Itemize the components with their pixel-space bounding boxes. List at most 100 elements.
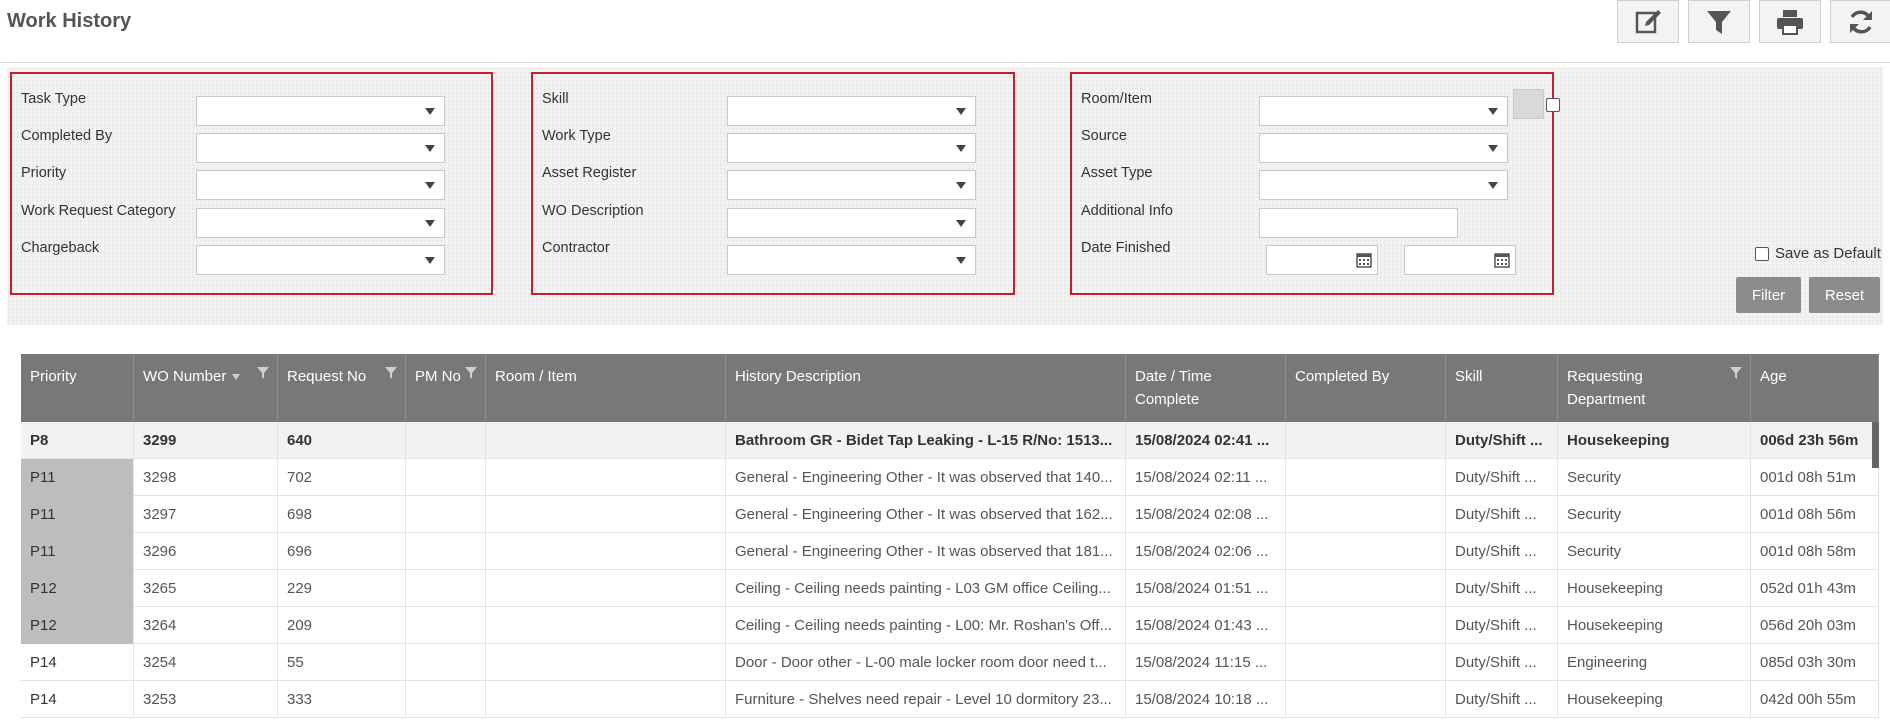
cell-age: 001d 08h 51m — [1751, 459, 1879, 496]
cell-priority: P11 — [21, 496, 134, 533]
column-wo-number[interactable]: WO Number — [134, 354, 278, 422]
page-header: Work History — [0, 0, 1890, 63]
save-as-default-checkbox[interactable] — [1755, 246, 1769, 261]
column-pm-no[interactable]: PM No — [406, 354, 486, 422]
chevron-down-icon — [956, 145, 966, 152]
chargeback-select[interactable] — [196, 245, 445, 275]
cell-requesting-department: Housekeeping — [1558, 607, 1751, 644]
column-skill[interactable]: Skill — [1446, 354, 1558, 422]
cell-wo-number: 3297 — [134, 496, 278, 533]
cell-skill: Duty/Shift ... — [1446, 681, 1558, 718]
cell-history-description: Ceiling - Ceiling needs painting - L03 G… — [726, 570, 1126, 607]
column-history-description[interactable]: History Description — [726, 354, 1126, 422]
filter-label: Chargeback — [21, 240, 100, 256]
filter-label: Contractor — [542, 240, 610, 256]
column-age[interactable]: Age — [1751, 354, 1879, 422]
room-include-checkbox[interactable] — [1546, 98, 1560, 112]
filter-toggle-button[interactable] — [1688, 0, 1750, 43]
cell-completed-by — [1286, 681, 1446, 718]
contractor-select[interactable] — [727, 245, 976, 275]
room-item-select[interactable] — [1259, 96, 1508, 126]
work-request-category-select[interactable] — [196, 208, 445, 238]
funnel-icon[interactable] — [1729, 366, 1743, 380]
work-type-select[interactable] — [727, 133, 976, 163]
filter-completed-by: Completed By — [12, 128, 491, 163]
cell-room-item — [486, 422, 726, 459]
funnel-icon[interactable] — [256, 366, 270, 380]
chevron-down-icon — [956, 182, 966, 189]
filter-asset-type: Asset Type — [1072, 165, 1552, 200]
cell-history-description: Door - Door other - L-00 male locker roo… — [726, 644, 1126, 681]
cell-date-complete: 15/08/2024 10:18 ... — [1126, 681, 1286, 718]
cell-date-complete: 15/08/2024 11:15 ... — [1126, 644, 1286, 681]
chevron-down-icon — [425, 108, 435, 115]
pencil-icon — [1635, 9, 1661, 33]
column-completed-by[interactable]: Completed By — [1286, 354, 1446, 422]
asset-register-select[interactable] — [727, 170, 976, 200]
priority-select[interactable] — [196, 170, 445, 200]
chevron-down-icon — [425, 182, 435, 189]
skill-select[interactable] — [727, 96, 976, 126]
table-row[interactable]: P12 3265 229 Ceiling - Ceiling needs pai… — [21, 570, 1879, 607]
cell-completed-by — [1286, 459, 1446, 496]
column-label: History Description — [735, 368, 861, 385]
cell-pm-no — [406, 422, 486, 459]
column-room-item[interactable]: Room / Item — [486, 354, 726, 422]
calendar-icon[interactable] — [1356, 252, 1372, 268]
completed-by-select[interactable] — [196, 133, 445, 163]
filter-label: Room/Item — [1081, 91, 1152, 107]
column-date-time-complete[interactable]: Date / Time Complete — [1126, 354, 1286, 422]
column-label: Priority — [30, 368, 77, 385]
filter-task-type: Task Type — [12, 91, 491, 126]
room-tree-picker-button[interactable] — [1513, 89, 1544, 119]
cell-skill: Duty/Shift ... — [1446, 459, 1558, 496]
print-button[interactable] — [1759, 0, 1821, 43]
asset-type-select[interactable] — [1259, 170, 1508, 200]
date-finished-to-input[interactable] — [1404, 245, 1516, 275]
filter-label: Asset Register — [542, 165, 637, 181]
table-scrollbar[interactable] — [1872, 422, 1879, 468]
cell-pm-no — [406, 570, 486, 607]
refresh-button[interactable] — [1830, 0, 1890, 43]
cell-room-item — [486, 459, 726, 496]
chevron-down-icon — [425, 220, 435, 227]
cell-request-no: 702 — [278, 459, 406, 496]
filter-button[interactable]: Filter — [1736, 277, 1801, 313]
source-select[interactable] — [1259, 133, 1508, 163]
date-finished-from-input[interactable] — [1266, 245, 1378, 275]
filter-group-location: Room/Item Source Asset Type Additional I… — [1070, 72, 1554, 295]
reset-button[interactable]: Reset — [1809, 277, 1880, 313]
chevron-down-icon — [956, 220, 966, 227]
additional-info-input[interactable] — [1259, 208, 1458, 238]
table-row[interactable]: P14 3254 55 Door - Door other - L-00 mal… — [21, 644, 1879, 681]
table-row[interactable]: P12 3264 209 Ceiling - Ceiling needs pai… — [21, 607, 1879, 644]
cell-wo-number: 3265 — [134, 570, 278, 607]
table-row[interactable]: P11 3296 696 General - Engineering Other… — [21, 533, 1879, 570]
table-row[interactable]: P11 3297 698 General - Engineering Other… — [21, 496, 1879, 533]
column-label: Date / Time Complete — [1135, 368, 1212, 408]
cell-wo-number: 3253 — [134, 681, 278, 718]
funnel-icon[interactable] — [384, 366, 398, 380]
table-row[interactable]: P11 3298 702 General - Engineering Other… — [21, 459, 1879, 496]
filter-group-general: Task Type Completed By Priority Work Req… — [10, 72, 493, 295]
calendar-icon[interactable] — [1494, 252, 1510, 268]
chevron-down-icon — [1488, 108, 1498, 115]
cell-skill: Duty/Shift ... — [1446, 533, 1558, 570]
funnel-icon[interactable] — [464, 366, 478, 380]
table-row[interactable]: P8 3299 640 Bathroom GR - Bidet Tap Leak… — [21, 422, 1879, 459]
filter-label: Additional Info — [1081, 203, 1173, 219]
save-as-default[interactable]: Save as Default — [1755, 245, 1881, 262]
cell-age: 001d 08h 58m — [1751, 533, 1879, 570]
column-request-no[interactable]: Request No — [278, 354, 406, 422]
wo-description-select[interactable] — [727, 208, 976, 238]
task-type-select[interactable] — [196, 96, 445, 126]
filter-asset-register: Asset Register — [533, 165, 1013, 200]
column-priority[interactable]: Priority — [21, 354, 134, 422]
table-row[interactable]: P14 3253 333 Furniture - Shelves need re… — [21, 681, 1879, 718]
filter-wo-description: WO Description — [533, 203, 1013, 238]
cell-age: 085d 03h 30m — [1751, 644, 1879, 681]
column-requesting-department[interactable]: Requesting Department — [1558, 354, 1751, 422]
edit-button[interactable] — [1617, 0, 1679, 43]
cell-skill: Duty/Shift ... — [1446, 570, 1558, 607]
filter-label: WO Description — [542, 203, 644, 219]
